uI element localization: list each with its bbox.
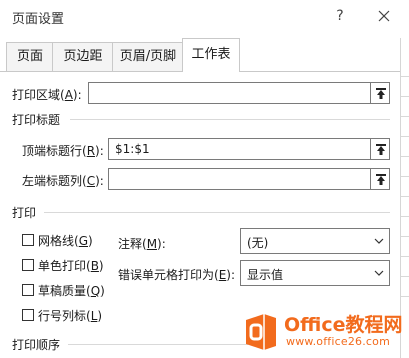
gridlines-label: 网格线(G) xyxy=(38,234,93,248)
chevron-down-icon xyxy=(374,270,384,276)
print-titles-divider xyxy=(70,119,390,120)
dropdown-arrow xyxy=(369,229,389,253)
print-divider xyxy=(44,212,390,213)
tab-sheet[interactable]: 工作表 xyxy=(182,38,240,72)
grid-line xyxy=(401,156,409,157)
grid-line xyxy=(401,256,409,257)
left-columns-collapse-button[interactable] xyxy=(370,168,390,190)
row-col-headings-checkbox[interactable] xyxy=(22,309,34,321)
print-order-divider xyxy=(68,344,248,345)
top-rows-collapse-button[interactable] xyxy=(370,138,390,160)
gridlines-checkbox[interactable] xyxy=(22,234,34,246)
print-area-collapse-button[interactable] xyxy=(370,82,390,104)
grid-line xyxy=(401,116,409,117)
close-icon xyxy=(378,10,390,22)
watermark-url: www.office26.com xyxy=(286,335,391,348)
tab-margins[interactable]: 页边距 xyxy=(52,42,114,71)
grid-line xyxy=(401,176,409,177)
dialog-title: 页面设置 xyxy=(12,12,65,27)
top-rows-input[interactable]: $1:$1 xyxy=(108,138,374,160)
grid-line xyxy=(401,276,409,277)
print-order-section-title: 打印顺序 xyxy=(12,338,61,352)
left-columns-input[interactable] xyxy=(108,168,374,190)
watermark: Office教程网 www.office26.com xyxy=(242,308,409,358)
collapse-dialog-icon xyxy=(376,174,386,185)
tab-strip: 页面 页边距 页眉/页脚 工作表 xyxy=(0,38,409,72)
black-and-white-label: 单色打印(B) xyxy=(38,259,104,273)
row-col-headings-label: 行号列标(L) xyxy=(38,309,103,323)
chevron-down-icon xyxy=(374,238,384,244)
draft-quality-checkbox[interactable] xyxy=(22,284,34,296)
black-and-white-checkbox[interactable] xyxy=(22,259,34,271)
draft-quality-label: 草稿质量(Q) xyxy=(38,284,105,298)
tab-page[interactable]: 页面 xyxy=(6,42,54,71)
help-button[interactable]: ? xyxy=(330,6,350,26)
collapse-dialog-icon xyxy=(376,144,386,155)
print-titles-section-title: 打印标题 xyxy=(12,113,61,127)
tab-header-footer[interactable]: 页眉/页脚 xyxy=(112,42,184,71)
print-section-title: 打印 xyxy=(12,206,37,220)
watermark-brand: Office教程网 xyxy=(284,314,403,336)
left-columns-label: 左端标题列(C): xyxy=(22,174,104,188)
comments-select[interactable]: (无) xyxy=(240,228,390,254)
close-button[interactable] xyxy=(372,4,396,28)
page-setup-dialog: 页面设置 ? 页面 页边距 页眉/页脚 工作表 打印区域(A): 打印标题 顶端… xyxy=(0,0,409,358)
grid-line xyxy=(401,296,409,297)
grid-line xyxy=(401,236,409,237)
title-bar: 页面设置 ? xyxy=(0,0,409,36)
office-logo-icon xyxy=(246,314,276,350)
print-area-label: 打印区域(A): xyxy=(12,88,82,102)
top-rows-label: 顶端标题行(R): xyxy=(22,144,104,158)
print-area-input[interactable] xyxy=(88,82,374,104)
comments-label: 注释(M): xyxy=(118,237,166,251)
grid-line xyxy=(401,136,409,137)
grid-line xyxy=(401,96,409,97)
grid-line xyxy=(401,76,409,77)
collapse-dialog-icon xyxy=(376,88,386,99)
grid-line xyxy=(401,196,409,197)
dropdown-arrow xyxy=(369,261,389,285)
cell-errors-select[interactable]: 显示值 xyxy=(240,260,390,286)
cell-errors-label: 错误单元格打印为(E): xyxy=(118,268,236,282)
grid-line xyxy=(401,216,409,217)
